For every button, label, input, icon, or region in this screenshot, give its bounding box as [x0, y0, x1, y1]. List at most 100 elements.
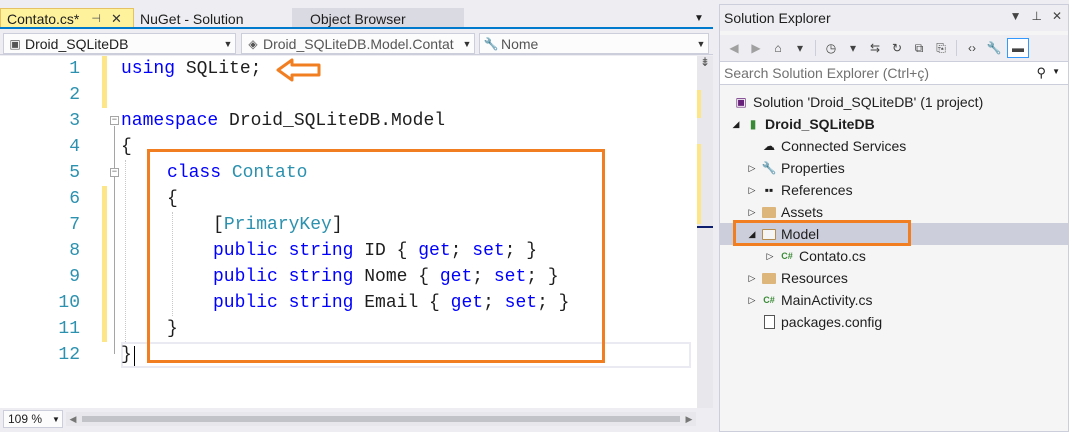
forward-icon[interactable]: ▶: [747, 38, 765, 58]
collapse-class-icon[interactable]: −: [110, 168, 119, 177]
navigation-bar: ▣ Droid_SQLiteDB ▼ ◈ Droid_SQLiteDB.Mode…: [0, 31, 713, 55]
type-dropdown-value: Droid_SQLiteDB.Model.Contat: [263, 35, 454, 52]
folder-icon: [761, 204, 777, 220]
close-icon[interactable]: ✕: [1052, 9, 1062, 23]
filter-dropdown-icon[interactable]: ▾: [844, 38, 862, 58]
member-dropdown[interactable]: 🔧 Nome ▼: [479, 33, 709, 54]
tab-contato-cs[interactable]: Contato.cs* ⊣ ✕: [0, 8, 134, 29]
scrollbar-thumb[interactable]: [82, 416, 680, 422]
member-dropdown-value: Nome: [501, 35, 539, 52]
tab-strip-underline: [0, 27, 713, 29]
tab-overflow-dropdown-icon[interactable]: ▼: [688, 8, 710, 29]
sync-with-active-document-icon[interactable]: ⇆: [866, 38, 884, 58]
preview-selected-items-icon[interactable]: ▬: [1007, 38, 1029, 58]
solution-explorer-search-input[interactable]: Search Solution Explorer (Ctrl+ç) ⚲ ▼: [720, 61, 1068, 85]
code-line-4: {: [121, 137, 132, 157]
scroll-left-icon[interactable]: ◀: [66, 412, 80, 426]
line-number: 1: [69, 59, 80, 79]
tree-item-properties[interactable]: ▷ 🔧 Properties: [720, 157, 1068, 179]
references-icon: ▪▪: [764, 183, 774, 197]
tree-item-contato-cs[interactable]: ▷ C# Contato.cs: [720, 245, 1068, 267]
code-editor-pane: Contato.cs* ⊣ ✕ NuGet - Solution Object …: [0, 0, 713, 432]
chevron-down-icon: ▼: [52, 414, 60, 424]
collapsed-triangle-icon[interactable]: ▷: [746, 273, 758, 284]
line-number: 7: [69, 215, 80, 235]
tree-item-project[interactable]: ◢ ▮ Droid_SQLiteDB: [720, 113, 1068, 135]
chevron-down-icon: ▼: [462, 38, 472, 49]
tab-nuget-solution[interactable]: NuGet - Solution: [134, 8, 292, 29]
collapse-namespace-icon[interactable]: −: [110, 116, 119, 125]
search-options-dropdown-icon[interactable]: ▼: [1052, 67, 1060, 76]
tree-item-label: Resources: [781, 270, 848, 286]
collapsed-triangle-icon[interactable]: ▷: [746, 163, 758, 174]
line-number: 9: [69, 267, 80, 287]
toolbar-separator: [956, 40, 957, 56]
scroll-change-marker: [697, 144, 701, 224]
search-icon[interactable]: ⚲: [1036, 65, 1046, 81]
project-dropdown[interactable]: ▣ Droid_SQLiteDB ▼: [3, 33, 236, 54]
type-dropdown[interactable]: ◈ Droid_SQLiteDB.Model.Contat ▼: [241, 33, 475, 54]
config-file-icon: [761, 314, 777, 330]
pending-changes-filter-icon[interactable]: ◷: [822, 38, 840, 58]
tree-item-references[interactable]: ▷ ▪▪ References: [720, 179, 1068, 201]
show-all-files-icon[interactable]: ⎘: [932, 38, 950, 58]
tree-item-resources[interactable]: ▷ Resources: [720, 267, 1068, 289]
line-number: 3: [69, 111, 80, 131]
solution-explorer-toolbar: ◀ ▶ ⌂ ▾ ◷ ▾ ⇆ ↻ ⧉ ⎘ ‹› 🔧 ▬: [720, 35, 1068, 61]
keyword: namespace: [121, 111, 219, 131]
pin-icon[interactable]: ⊣: [91, 12, 101, 25]
scroll-right-icon[interactable]: ▶: [682, 412, 696, 426]
class-icon: ◈: [248, 36, 258, 51]
project-icon: ▣: [9, 36, 21, 51]
refresh-icon[interactable]: ↻: [888, 38, 906, 58]
close-icon[interactable]: ✕: [111, 11, 122, 27]
switch-views-dropdown-icon[interactable]: ▾: [791, 38, 809, 58]
window-position-dropdown-icon[interactable]: ▼: [1010, 9, 1022, 23]
collapsed-triangle-icon[interactable]: ▷: [764, 251, 776, 262]
collapsed-triangle-icon[interactable]: ▷: [746, 207, 758, 218]
tree-item-mainactivity-cs[interactable]: ▷ C# MainActivity.cs: [720, 289, 1068, 311]
tree-item-connected-services[interactable]: ☁ Connected Services: [720, 135, 1068, 157]
model-folder-highlight-annotation: [733, 220, 911, 246]
line-number: 12: [58, 345, 80, 365]
line-number: 8: [69, 241, 80, 261]
properties-wrench-icon[interactable]: 🔧: [985, 38, 1003, 58]
collapsed-triangle-icon[interactable]: ▷: [746, 185, 758, 196]
split-window-icon[interactable]: ⇟: [699, 56, 711, 70]
scroll-caret-marker: [697, 226, 713, 228]
tab-object-browser[interactable]: Object Browser: [292, 8, 464, 29]
view-code-icon[interactable]: ‹›: [963, 38, 981, 58]
solution-explorer-title-bar: Solution Explorer ▼ ⊥ ✕: [720, 5, 1068, 31]
vertical-scrollbar[interactable]: ⇟: [697, 56, 713, 408]
csharp-file-icon: C#: [781, 251, 793, 261]
tab-label: Contato.cs*: [7, 10, 80, 27]
collapse-all-icon[interactable]: ⧉: [910, 38, 928, 58]
tree-item-packages-config[interactable]: packages.config: [720, 311, 1068, 333]
home-icon[interactable]: ⌂: [769, 38, 787, 58]
keyword: using: [121, 59, 176, 79]
collapsed-triangle-icon[interactable]: ▷: [746, 295, 758, 306]
unsaved-change-marker: [102, 56, 107, 108]
pin-icon[interactable]: ⊥: [1031, 9, 1041, 23]
line-number: 6: [69, 189, 80, 209]
solution-explorer-pane: Solution Explorer ▼ ⊥ ✕ ◀ ▶ ⌂ ▾ ◷ ▾ ⇆ ↻ …: [719, 4, 1069, 432]
csharp-file-icon: C#: [763, 295, 775, 305]
tab-label: Object Browser: [310, 10, 406, 27]
unsaved-change-marker: [102, 186, 107, 342]
ide-window: Contato.cs* ⊣ ✕ NuGet - Solution Object …: [0, 0, 1069, 432]
property-icon: 🔧: [483, 36, 499, 51]
line-number: 2: [69, 85, 80, 105]
back-icon[interactable]: ◀: [725, 38, 743, 58]
arrow-left-annotation-icon: [276, 58, 321, 82]
zoom-value: 109 %: [8, 412, 43, 426]
code-text: Droid_SQLiteDB.Model: [218, 111, 446, 131]
chevron-down-icon: ▼: [223, 38, 233, 49]
zoom-dropdown[interactable]: 109 % ▼: [3, 410, 63, 428]
chevron-down-icon: ▼: [696, 38, 706, 49]
tree-item-solution[interactable]: ▣ Solution 'Droid_SQLiteDB' (1 project): [720, 91, 1068, 113]
line-number: 11: [58, 319, 80, 339]
tree-item-label: References: [781, 182, 853, 198]
expanded-triangle-icon[interactable]: ◢: [730, 119, 742, 130]
tab-label: NuGet - Solution: [140, 10, 244, 27]
horizontal-scrollbar[interactable]: ◀ ▶: [66, 412, 696, 426]
